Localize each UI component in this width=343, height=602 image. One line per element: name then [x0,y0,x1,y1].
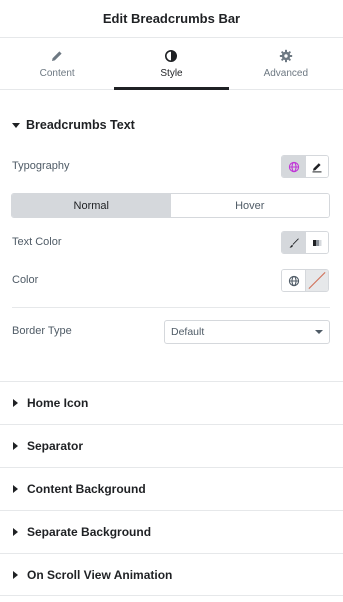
section-title: Content Background [27,482,146,496]
global-colors-button[interactable] [305,232,328,253]
typography-label: Typography [12,160,70,172]
no-color-icon [308,271,326,290]
border-type-label: Border Type [12,325,72,337]
gear-icon [279,49,293,62]
caret-right-icon [13,442,18,450]
caret-right-icon [13,485,18,493]
pencil-icon [52,50,62,61]
global-color-button[interactable] [282,270,305,291]
section-on-scroll-view-animation[interactable]: On Scroll View Animation [0,553,343,596]
tab-style-label: Style [160,67,183,79]
contrast-icon [165,49,178,62]
section-title: Breadcrumbs Text [26,118,135,132]
color-swatch-none[interactable] [305,270,328,291]
color-picker-button[interactable] [282,232,305,253]
section-title: Separator [27,439,84,453]
color-label: Color [12,274,39,286]
section-breadcrumbs-text-header[interactable]: Breadcrumbs Text [12,110,135,140]
section-home-icon[interactable]: Home Icon [0,381,343,424]
caret-right-icon [13,528,18,536]
caret-right-icon [13,570,18,579]
tab-style[interactable]: Style [114,38,229,90]
text-color-controls [281,231,329,254]
chevron-down-icon [315,330,323,334]
color-controls [281,269,329,292]
section-title: Home Icon [27,396,89,410]
global-typography-button[interactable] [282,156,305,177]
panel-title: Edit Breadcrumbs Bar [0,0,343,38]
section-title: On Scroll View Animation [27,567,173,582]
section-separate-background[interactable]: Separate Background [0,510,343,553]
section-content-background[interactable]: Content Background [0,467,343,510]
tab-advanced-label: Advanced [263,67,309,79]
border-type-value: Default [171,326,205,338]
border-type-select[interactable]: Default [164,320,330,344]
panel-tabs: Content Style Advanced [0,38,343,90]
brush-icon [288,237,299,248]
section-title: Separate Background [27,525,152,539]
tab-content-label: Content [39,67,75,79]
tab-advanced[interactable]: Advanced [229,38,343,89]
tab-hover[interactable]: Hover [170,194,329,217]
tab-content[interactable]: Content [0,38,114,89]
state-tabs: Normal Hover [11,193,330,218]
tab-normal[interactable]: Normal [12,194,171,217]
caret-right-icon [13,399,18,407]
caret-down-icon [12,123,20,128]
text-color-label: Text Color [12,236,62,248]
edit-typography-button[interactable] [305,156,328,177]
divider [12,307,330,308]
typography-controls [281,155,329,178]
pencil-icon [312,162,322,172]
globe-icon [288,275,299,286]
globe-icon [288,161,299,172]
swatches-icon [313,239,322,246]
section-separator[interactable]: Separator [0,424,343,467]
